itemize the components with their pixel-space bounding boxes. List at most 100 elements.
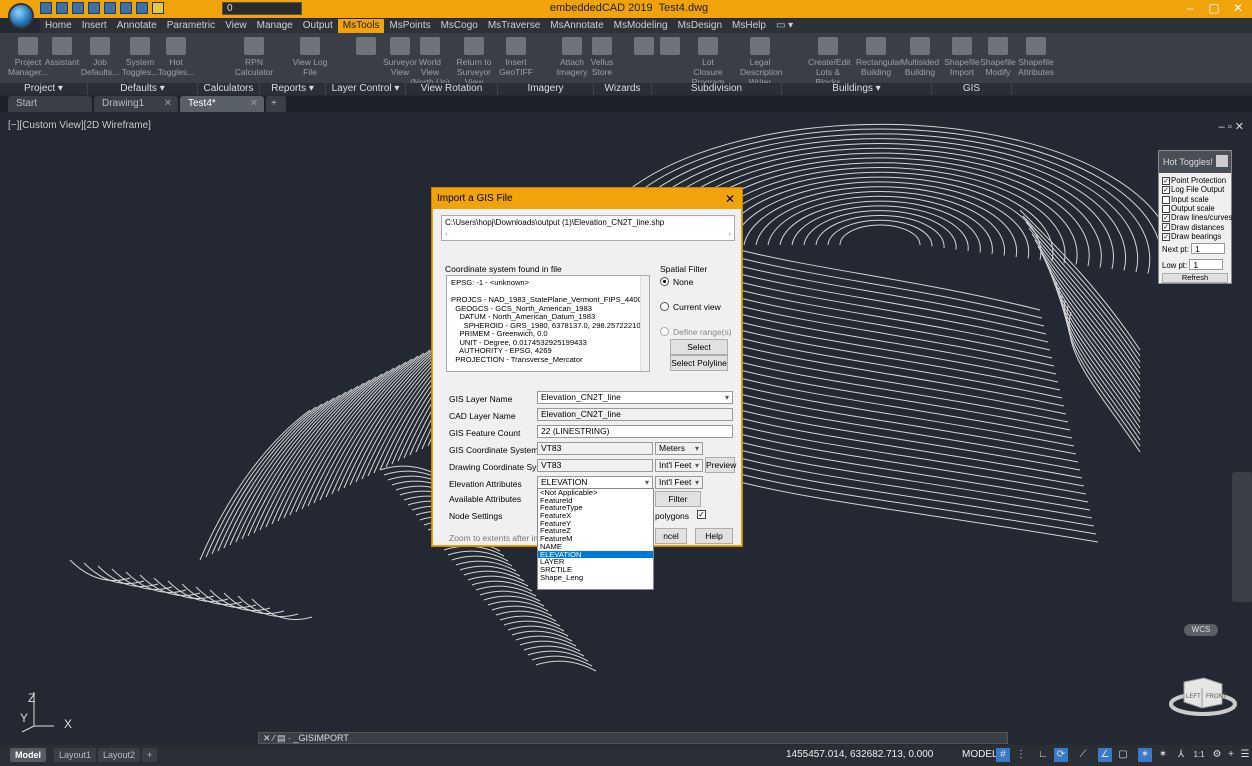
annotation-autoscale-icon[interactable]: ✶ — [1156, 748, 1170, 762]
ribbon-panel-title[interactable]: View Rotation — [406, 83, 498, 95]
hot-toggle-item[interactable]: ✓ Draw distances — [1162, 223, 1224, 232]
filter-button[interactable]: Filter — [655, 491, 701, 507]
menu-tab-mshelp[interactable]: MsHelp — [727, 19, 771, 33]
redo-icon[interactable] — [136, 2, 148, 14]
plus-icon[interactable]: + — [1224, 748, 1238, 762]
ribbon-button-16[interactable] — [650, 37, 690, 82]
hot-toggle-item[interactable]: ✓ Draw bearings — [1162, 232, 1221, 241]
dwg-units-select[interactable]: Int'l Feet ▾ — [655, 459, 703, 472]
navigation-bar[interactable] — [1232, 472, 1252, 602]
ribbon-button-17[interactable]: Lot Closure Program — [688, 37, 728, 87]
hot-toggle-checkbox[interactable]: ✓ — [1162, 232, 1170, 241]
next-pt-input[interactable]: 1 — [1191, 243, 1226, 254]
viewcube[interactable]: LEFT FRONT — [1168, 668, 1238, 718]
ribbon-button-19[interactable]: Create/Edit Lots & Blocks — [808, 37, 851, 87]
menu-tab-msmodeling[interactable]: MsModeling — [609, 19, 673, 33]
ribbon-panel-title[interactable]: Layer Control ▾ — [326, 83, 406, 95]
menu-tab-output[interactable]: Output — [298, 19, 338, 33]
menu-tab-mstools[interactable]: MsTools — [337, 19, 385, 33]
layer-bulb-icon[interactable] — [152, 2, 164, 14]
cancel-button[interactable]: ncel — [655, 528, 687, 544]
filter-range-radio[interactable] — [660, 327, 669, 336]
hot-toggle-checkbox[interactable] — [1162, 195, 1170, 204]
ortho-icon[interactable]: ∟ — [1036, 748, 1050, 762]
wcs-badge[interactable]: WCS — [1184, 624, 1218, 636]
filter-none-radio[interactable] — [660, 277, 669, 286]
save-as-icon[interactable] — [88, 2, 100, 14]
preview-button[interactable]: Preview — [705, 457, 736, 473]
hot-toggle-item[interactable]: ✓ Log File Output — [1162, 185, 1224, 194]
menu-tab-view[interactable]: View — [220, 19, 252, 33]
layer-select[interactable]: 0 — [222, 2, 302, 15]
close-button[interactable]: ✕ — [1228, 1, 1248, 15]
filter-current-view-radio[interactable] — [660, 302, 669, 311]
menu-tab-annotate[interactable]: Annotate — [112, 19, 162, 33]
tab-start[interactable]: Start — [8, 96, 92, 112]
hot-toggle-item[interactable]: Input scale — [1162, 195, 1209, 204]
ribbon-panel-title[interactable]: Subdivision — [652, 83, 782, 95]
annotation-scale-icon[interactable]: ⅄ — [1174, 748, 1188, 762]
close-tab-icon[interactable]: ✕ — [250, 96, 258, 112]
tab-layout2[interactable]: Layout2 — [98, 748, 141, 762]
maximize-button[interactable]: ▢ — [1204, 1, 1224, 15]
annotation-visibility-icon[interactable]: ✶ — [1138, 748, 1152, 762]
hot-toggle-checkbox[interactable] — [1162, 204, 1170, 213]
palette-close-icon[interactable] — [1216, 155, 1228, 167]
ribbon-button-6[interactable]: RPN Calculator — [234, 37, 274, 82]
snap-icon[interactable]: ⋮ — [1014, 748, 1028, 762]
refresh-button[interactable]: Refresh — [1162, 273, 1228, 283]
menu-tab-parametric[interactable]: Parametric — [162, 19, 220, 33]
gear-icon[interactable]: ⚙ — [1210, 748, 1224, 762]
osnap-icon[interactable]: ▢ — [1116, 748, 1130, 762]
ribbon-button-2[interactable]: Assistant — [42, 37, 82, 82]
ribbon-button-12[interactable]: Insert GeoTIFF — [496, 37, 536, 82]
file-path-box[interactable]: C:\Users\hopj\Downloads\output (1)\Eleva… — [441, 215, 735, 241]
ribbon-button-3[interactable]: Job Defaults... — [80, 37, 120, 82]
dwg-cs-input[interactable]: VT83 — [537, 459, 653, 472]
viewport-label[interactable]: [−][Custom View][2D Wireframe] — [8, 120, 151, 131]
ribbon-panel-title[interactable]: Reports ▾ — [260, 83, 326, 95]
menu-tab-insert[interactable]: Insert — [77, 19, 112, 33]
hot-toggle-item[interactable]: ✓ Point Protection — [1162, 176, 1226, 185]
close-tab-icon[interactable]: ✕ — [164, 96, 172, 112]
app-menu-icon[interactable] — [8, 3, 34, 29]
ribbon-panel-title[interactable]: Calculators — [198, 83, 260, 95]
menu-tab-msannotate[interactable]: MsAnnotate — [545, 19, 608, 33]
coordinate-readout[interactable]: 1455457.014, 632682.713, 0.000 — [786, 749, 933, 760]
gis-cs-input[interactable]: VT83 — [537, 442, 653, 455]
select-polyline-button[interactable]: Select Polyline — [670, 355, 728, 371]
isodraft-icon[interactable]: ⟋ — [1076, 748, 1090, 762]
hot-toggle-item[interactable]: Output scale — [1162, 204, 1215, 213]
plot-icon[interactable] — [104, 2, 116, 14]
new-tab-button[interactable]: + — [266, 96, 286, 112]
help-button[interactable]: Help — [695, 528, 733, 544]
coord-scrollbar[interactable] — [640, 276, 649, 371]
ribbon-panel-title[interactable]: Defaults ▾ — [88, 83, 198, 95]
ribbon-button-14[interactable]: Vellus Store — [582, 37, 622, 82]
menu-tab-msdesign[interactable]: MsDesign — [673, 19, 727, 33]
ribbon-button-24[interactable]: Shapefile Attributes — [1016, 37, 1056, 82]
menu-tab-home[interactable]: Home — [40, 19, 77, 33]
new-icon[interactable] — [40, 2, 52, 14]
minimize-button[interactable]: – — [1180, 1, 1200, 15]
ribbon-button-20[interactable]: Rectangular Building — [856, 37, 902, 82]
hot-toggle-checkbox[interactable]: ✓ — [1162, 214, 1170, 223]
menu-tab-manage[interactable]: Manage — [252, 19, 298, 33]
tab-test4[interactable]: Test4* ✕ — [180, 96, 264, 112]
hot-toggle-checkbox[interactable]: ✓ — [1162, 186, 1170, 195]
ribbon-options-icon[interactable]: ▭ ▾ — [771, 19, 798, 33]
dialog-close-button[interactable]: ✕ — [725, 189, 735, 209]
coord-system-list[interactable]: EPSG: -1 - <unknown> PROJCS - NAD_1983_St… — [446, 275, 650, 372]
gis-layer-select[interactable]: Elevation_CN2T_line ▾ — [537, 391, 733, 404]
ribbon-button-11[interactable]: Return to Surveyor View — [454, 37, 494, 87]
cad-layer-input[interactable]: Elevation_CN2T_line — [537, 408, 733, 421]
polygons-checkbox[interactable]: ✓ — [697, 510, 706, 519]
model-space-toggle[interactable]: MODEL — [962, 748, 998, 762]
viewport-controls[interactable]: – ▫ ✕ — [1219, 120, 1244, 133]
add-layout-button[interactable]: + — [142, 748, 158, 762]
hot-toggle-checkbox[interactable]: ✓ — [1162, 176, 1170, 185]
customize-menu-icon[interactable]: ☰ — [1238, 748, 1252, 762]
ribbon-button-7[interactable]: View Log File — [290, 37, 330, 82]
ribbon-panel-title[interactable]: Buildings ▾ — [782, 83, 932, 95]
elevation-units-select[interactable]: Int'l Feet ▾ — [655, 476, 703, 489]
